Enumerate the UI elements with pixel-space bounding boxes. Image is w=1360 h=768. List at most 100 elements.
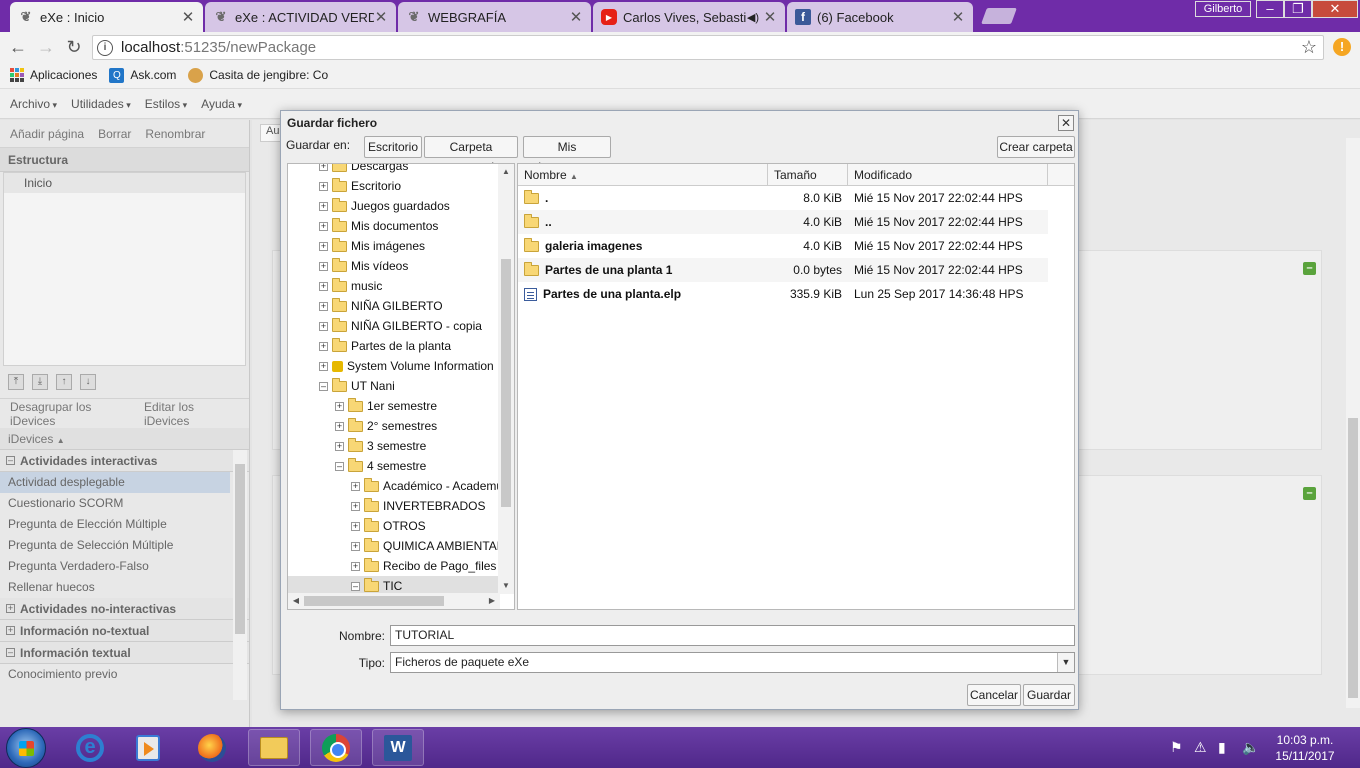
bookmark-ask[interactable]: Q Ask.com (109, 67, 176, 83)
expand-icon[interactable]: + (319, 221, 328, 231)
collapse-icon[interactable]: – (351, 581, 360, 591)
save-button[interactable]: Guardar (1023, 684, 1075, 706)
collapse-icon[interactable]: – (6, 456, 15, 465)
expand-icon[interactable]: + (6, 626, 15, 635)
column-name-header[interactable]: Nombre ▲ (518, 164, 768, 186)
idevice-item[interactable]: Actividad desplegable (0, 472, 230, 493)
folder-tree-node[interactable]: +1er semestre (335, 396, 437, 416)
close-icon[interactable]: ✕ (374, 8, 388, 26)
folder-tree-hscrollbar[interactable]: ◀ ▶ (288, 593, 500, 609)
reload-icon[interactable]: ↻ (64, 37, 84, 58)
taskbar-media[interactable] (122, 729, 174, 766)
taskbar-word[interactable]: W (372, 729, 424, 766)
column-size-header[interactable]: Tamaño (768, 164, 848, 186)
minimize-window-button[interactable]: – (1256, 0, 1284, 18)
expand-plus-icon[interactable]: – (1303, 262, 1316, 275)
close-icon[interactable]: ✕ (951, 8, 965, 26)
cancel-button[interactable]: Cancelar (967, 684, 1021, 706)
folder-tree-node[interactable]: + Mis imágenes (319, 236, 425, 256)
idevice-category[interactable]: + Actividades no-interactivas (0, 598, 249, 620)
move-down-icon[interactable]: ↓ (80, 374, 96, 390)
add-page-button[interactable]: Añadir página (10, 127, 84, 141)
taskbar-clock[interactable]: 10:03 p.m. 15/11/2017 (1262, 732, 1348, 764)
folder-tree-node[interactable]: + OTROS (351, 516, 426, 536)
browser-tab[interactable]: ▶ Carlos Vives, Sebastián Yatra◀) ✕ (593, 2, 785, 32)
expand-icon[interactable]: + (319, 361, 328, 371)
close-icon[interactable]: ✕ (181, 8, 195, 26)
folder-tree-node[interactable]: + Mis documentos (319, 216, 438, 236)
folder-tree-node[interactable]: + Recibo de Pago_files (351, 556, 496, 576)
file-type-select[interactable]: Ficheros de paquete eXe ▼ (390, 652, 1075, 673)
folder-tree-node[interactable]: + System Volume Information (319, 356, 494, 376)
close-icon[interactable]: ✕ (569, 8, 583, 26)
maximize-window-button[interactable]: ❐ (1284, 0, 1312, 18)
file-row[interactable]: . 8.0 KiB Mié 15 Nov 2017 22:02:44 HPS (518, 186, 1048, 210)
folder-tree-node[interactable]: + Juegos guardados (319, 196, 450, 216)
idevice-item[interactable]: Conocimiento previo (0, 664, 230, 685)
place-carpeta-personal-button[interactable]: Carpeta personal (424, 136, 518, 174)
expand-icon[interactable]: + (319, 281, 328, 291)
ungroup-idevices-button[interactable]: Desagrupar los iDevices (10, 400, 130, 428)
expand-icon[interactable]: + (351, 521, 360, 531)
file-row[interactable]: Partes de una planta 1 0.0 bytes Mié 15 No… (518, 258, 1048, 282)
expand-icon[interactable]: + (351, 481, 360, 491)
collapse-icon[interactable]: – (319, 381, 328, 391)
rename-page-button[interactable]: Renombrar (145, 127, 205, 141)
new-tab-button[interactable] (981, 8, 1017, 24)
expand-icon[interactable]: + (319, 241, 328, 251)
expand-plus-icon[interactable]: – (1303, 487, 1316, 500)
folder-tree-node[interactable]: + Escritorio (319, 176, 401, 196)
file-row[interactable]: .. 4.0 KiB Mié 15 Nov 2017 22:02:44 HPS (518, 210, 1048, 234)
expand-icon[interactable]: + (319, 181, 328, 191)
folder-tree-vscrollbar[interactable]: ▲ ▼ (498, 164, 514, 594)
column-modified-header[interactable]: Modificado (848, 164, 1048, 186)
folder-tree-node[interactable]: + Mis vídeos (319, 256, 408, 276)
idevice-item[interactable]: Pregunta Verdadero-Falso (0, 556, 230, 577)
idevice-item[interactable]: Pregunta de Selección Múltiple (0, 535, 230, 556)
menu-estilos[interactable]: Estilos (145, 97, 187, 111)
expand-icon[interactable]: + (6, 604, 15, 613)
back-arrow-icon[interactable]: ← (8, 37, 28, 58)
update-tray-icon[interactable]: ⚠ (1194, 739, 1207, 756)
volume-icon[interactable]: 🔈 (1242, 739, 1259, 756)
menu-utilidades[interactable]: Utilidades (71, 97, 131, 111)
delete-page-button[interactable]: Borrar (98, 127, 131, 141)
move-top-icon[interactable]: ⤒ (8, 374, 24, 390)
menu-archivo[interactable]: Archivo (10, 97, 57, 111)
file-row[interactable]: galeria imagenes 4.0 KiB Mié 15 Nov 2017 2… (518, 234, 1048, 258)
address-bar[interactable]: i localhost:51235/newPackage ☆ (92, 35, 1324, 60)
close-icon[interactable]: ✕ (763, 8, 777, 26)
folder-tree-node[interactable]: +2° semestres (335, 416, 437, 436)
scroll-down-icon[interactable]: ▼ (498, 578, 514, 594)
taskbar-ie[interactable]: e (64, 729, 116, 766)
idevice-list-scrollbar[interactable] (233, 450, 247, 700)
structure-node-inicio[interactable]: Inicio (4, 173, 245, 193)
folder-tree-node[interactable]: – 4 semestre (335, 456, 426, 476)
network-icon[interactable]: ▮ (1218, 739, 1226, 756)
expand-icon[interactable]: + (335, 421, 344, 431)
file-name-input[interactable]: TUTORIAL (390, 625, 1075, 646)
folder-tree-node[interactable]: + QUIMICA AMBIENTAL (351, 536, 503, 556)
forward-arrow-icon[interactable]: → (36, 37, 56, 58)
start-button[interactable] (6, 728, 46, 768)
expand-icon[interactable]: + (319, 341, 328, 351)
idevice-category[interactable]: + Información no-textual (0, 620, 249, 642)
move-up-icon[interactable]: ↑ (56, 374, 72, 390)
folder-tree-node[interactable]: +3 semestre (335, 436, 426, 456)
browser-tab[interactable]: ❦ WEBGRAFÍA ✕ (398, 2, 591, 32)
idevice-item[interactable]: Rellenar huecos (0, 577, 230, 598)
edit-idevices-button[interactable]: Editar los iDevices (144, 400, 235, 428)
idevice-category[interactable]: – Información textual (0, 642, 249, 664)
expand-icon[interactable]: + (319, 164, 328, 171)
expand-icon[interactable]: + (335, 401, 344, 411)
collapse-icon[interactable]: – (335, 461, 344, 471)
file-row[interactable]: Partes de una planta.elp 335.9 KiB Lun 25 … (518, 282, 1048, 306)
expand-icon[interactable]: + (351, 501, 360, 511)
expand-icon[interactable]: + (319, 261, 328, 271)
folder-tree-node[interactable]: + NIÑA GILBERTO (319, 296, 443, 316)
move-bottom-icon[interactable]: ⤓ (32, 374, 48, 390)
expand-icon[interactable]: + (319, 301, 328, 311)
idevice-item[interactable]: Cuestionario SCORM (0, 493, 230, 514)
idevices-header[interactable]: iDevices ▲ (0, 428, 249, 450)
expand-icon[interactable]: + (319, 201, 328, 211)
